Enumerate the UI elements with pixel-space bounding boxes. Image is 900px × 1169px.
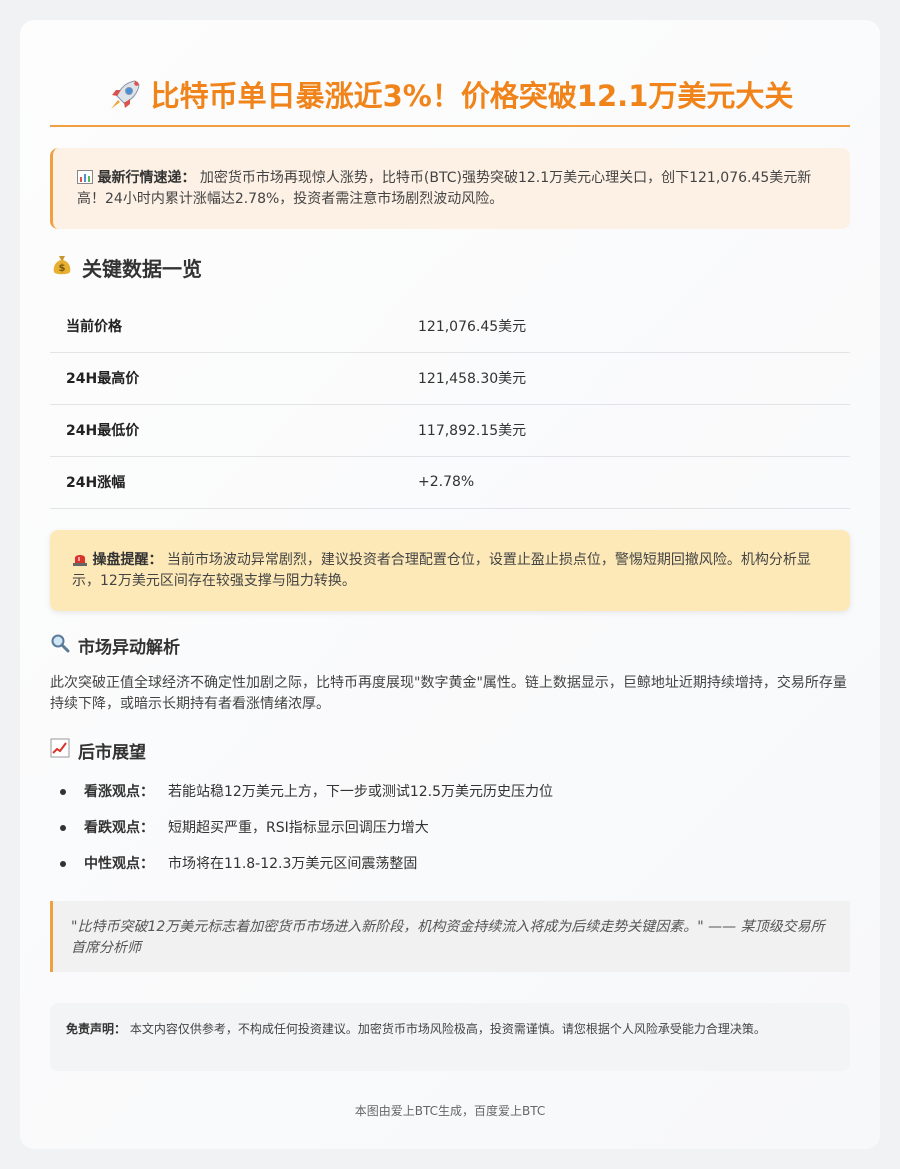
row-label: 当前价格 (50, 300, 402, 353)
warning-label: 操盘提醒： (92, 552, 163, 568)
warning-text: 当前市场波动异常剧烈，建议投资者合理配置仓位，设置止盈止损点位，警惕短期回撤风险… (72, 552, 811, 589)
analysis-title: 市场异动解析 (78, 638, 180, 658)
key-data-table: 当前价格 121,076.45美元 24H最高价 121,458.30美元 24… (50, 300, 850, 509)
list-item: 看涨观点： 若能站稳12万美元上方，下一步或测试12.5万美元历史压力位 (50, 782, 850, 818)
title-divider (50, 125, 850, 127)
news-box: 最新行情速递： 加密货币市场再现惊人涨势，比特币(BTC)强势突破12.1万美元… (50, 148, 850, 229)
analysis-heading: 市场异动解析 (50, 633, 180, 658)
key-data-heading: $ 关键数据一览 (50, 253, 202, 282)
money-bag-icon: $ (50, 253, 74, 282)
bar-chart-icon (77, 168, 93, 189)
trend-chart-icon (50, 738, 70, 763)
row-value: 117,892.15美元 (402, 404, 850, 457)
svg-text:$: $ (59, 263, 66, 274)
bullet (60, 789, 66, 795)
list-item: 中性观点： 市场将在11.8-12.3万美元区间震荡整固 (50, 854, 850, 890)
row-value: +2.78% (402, 456, 850, 509)
item-label: 看跌观点： (84, 820, 154, 836)
title-text: 比特币单日暴涨近3%！价格突破12.1万美元大关 (150, 79, 794, 113)
table-row: 当前价格 121,076.45美元 (50, 300, 850, 353)
warning-box: 操盘提醒： 当前市场波动异常剧烈，建议投资者合理配置仓位，设置止盈止损点位，警惕… (50, 530, 850, 611)
magnifier-icon (50, 633, 70, 658)
outlook-title: 后市展望 (78, 743, 146, 763)
item-label: 看涨观点： (84, 784, 154, 800)
article-card: 比特币单日暴涨近3%！价格突破12.1万美元大关 最新行情速递： 加密货币市场再… (20, 20, 880, 1149)
row-label: 24H最低价 (50, 404, 402, 457)
bullet (60, 825, 66, 831)
table-row: 24H最低价 117,892.15美元 (50, 404, 850, 457)
row-label: 24H涨幅 (50, 456, 402, 509)
key-data-title: 关键数据一览 (82, 257, 202, 281)
list-item: 看跌观点： 短期超买严重，RSI指标显示回调压力增大 (50, 818, 850, 854)
row-value: 121,458.30美元 (402, 352, 850, 405)
item-label: 中性观点： (84, 856, 154, 872)
item-text: 短期超买严重，RSI指标显示回调压力增大 (168, 820, 429, 836)
footer-text: 本图由爱上BTC生成，百度爱上BTC (354, 1104, 546, 1118)
rocket-icon (107, 77, 143, 123)
item-text: 若能站稳12万美元上方，下一步或测试12.5万美元历史压力位 (168, 784, 553, 800)
row-label: 24H最高价 (50, 352, 402, 405)
outlook-heading: 后市展望 (50, 738, 146, 763)
outlook-list: 看涨观点： 若能站稳12万美元上方，下一步或测试12.5万美元历史压力位 看跌观… (50, 782, 850, 890)
disclaimer-label: 免责声明： (66, 1022, 127, 1036)
analysis-paragraph: 此次突破正值全球经济不确定性加剧之际，比特币再度展现"数字黄金"属性。链上数据显… (50, 675, 847, 712)
disclaimer-box: 免责声明： 本文内容仅供参考，不构成任何投资建议。加密货币市场风险极高，投资需谨… (50, 1003, 850, 1071)
row-value: 121,076.45美元 (402, 300, 850, 353)
item-text: 市场将在11.8-12.3万美元区间震荡整固 (168, 856, 418, 872)
table-row: 24H涨幅 +2.78% (50, 456, 850, 509)
analyst-quote: "比特币突破12万美元标志着加密货币市场进入新阶段，机构资金持续流入将成为后续走… (50, 901, 850, 972)
disclaimer-text: 本文内容仅供参考，不构成任何投资建议。加密货币市场风险极高，投资需谨慎。请您根据… (129, 1022, 766, 1036)
bullet (60, 861, 66, 867)
siren-icon (72, 550, 88, 571)
news-label: 最新行情速递： (97, 170, 196, 186)
page-title: 比特币单日暴涨近3%！价格突破12.1万美元大关 (50, 76, 850, 123)
table-row: 24H最高价 121,458.30美元 (50, 352, 850, 405)
